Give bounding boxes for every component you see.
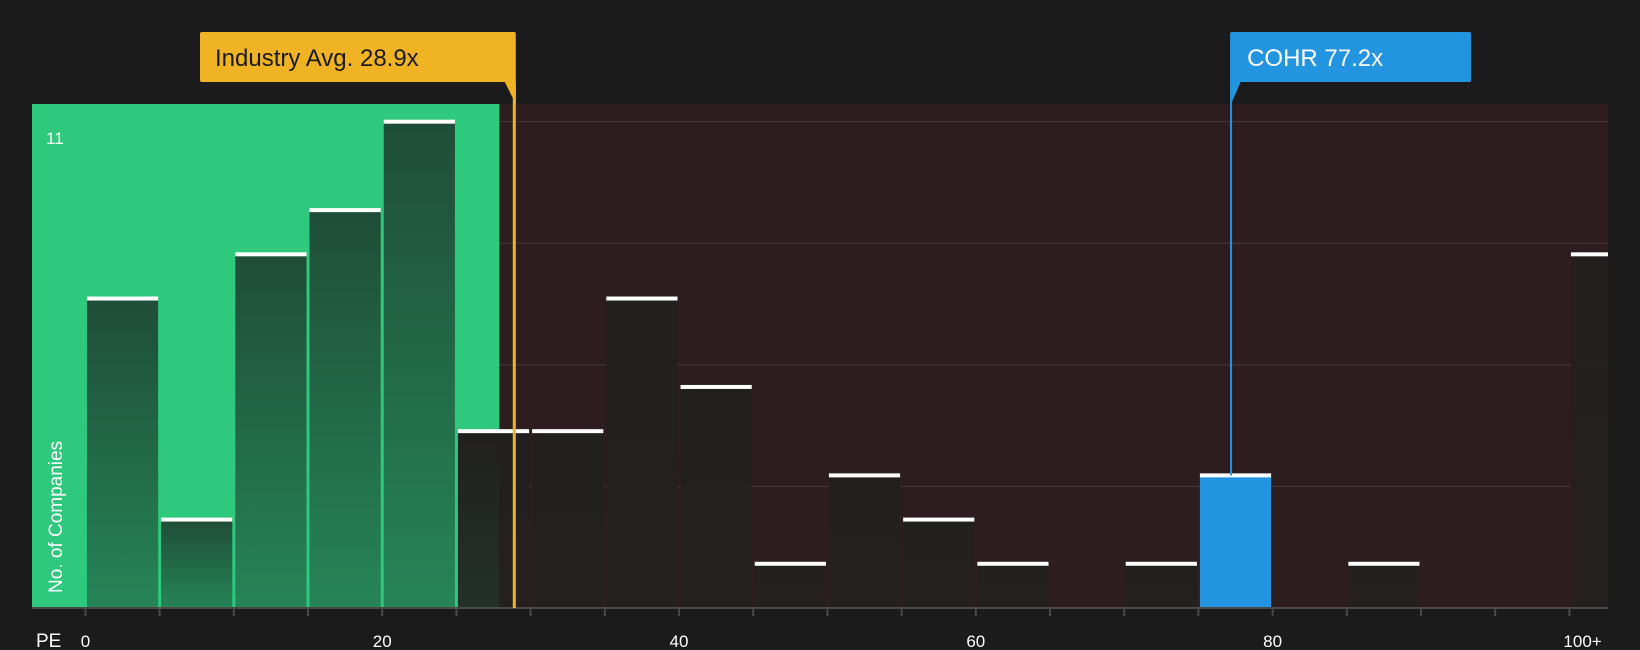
histogram-bar [754,563,826,608]
industry-average-pointer [504,81,516,104]
y-axis-label: No. of Companies [46,441,67,593]
histogram-bar [235,254,307,608]
y-max-label: 11 [46,129,64,148]
histogram-bar [457,431,530,608]
bar-cap [680,384,752,389]
x-tick-label: 60 [966,632,985,650]
bar-cap [383,119,455,124]
histogram-bar [86,298,159,608]
bar-cap [1570,252,1608,257]
histogram-bar [309,210,381,608]
x-tick-label: 40 [670,632,689,650]
bar-cap [754,561,826,566]
histogram-bar [161,519,233,608]
histogram-bar [680,386,752,608]
histogram-bar [903,519,975,608]
bar-cap [1348,561,1420,566]
bar-cap [828,473,901,478]
bar-cap [309,208,381,213]
x-axis-label: PE [36,631,61,650]
histogram-bar [532,431,604,608]
histogram-bar [828,475,901,608]
histogram-bar [1125,563,1197,608]
x-axis-ticks: 0 20 40 60 80 100+ [81,608,1602,650]
x-tick-label: 80 [1263,632,1282,650]
x-tick-label: 100+ [1563,632,1601,650]
bar-cap [86,296,159,301]
histogram-bar [977,563,1049,608]
company-label: COHR 77.2x [1247,45,1383,72]
histogram-bar [1570,254,1608,608]
bar-cap [457,429,530,434]
x-tick-label: 0 [81,632,90,650]
bar-cap [903,517,975,522]
histogram-bar [383,121,455,609]
pe-histogram-chart: 0 20 40 60 80 100+ PE No. of Companies 11 Ind… [32,32,1608,650]
bar-cap [1199,473,1272,478]
x-tick-label: 20 [373,632,392,650]
bar-cap [977,561,1049,566]
histogram-bar [606,298,678,608]
company-label-pointer [1230,81,1242,104]
highlighted-bar [1199,475,1272,608]
bar-cap [235,252,307,257]
bar-cap [606,296,678,301]
bar-cap [161,517,233,522]
industry-average-label: Industry Avg. 28.9x [215,45,419,72]
bar-cap [532,429,604,434]
histogram-bar [1348,563,1420,608]
bar-cap [1125,561,1197,566]
